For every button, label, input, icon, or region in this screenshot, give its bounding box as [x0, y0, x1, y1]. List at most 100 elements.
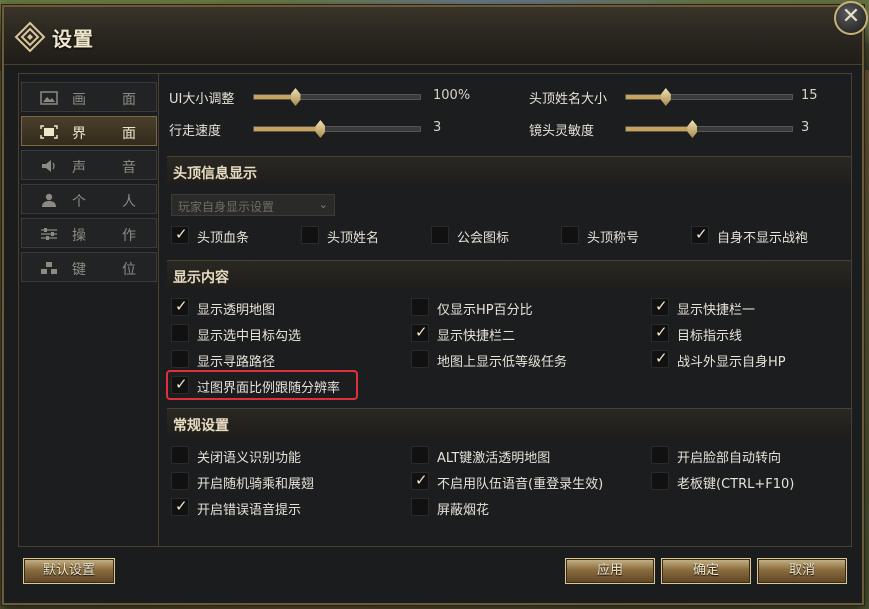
slider-thumb[interactable]: [687, 120, 698, 138]
section-display-content: 显示内容: [167, 260, 851, 288]
checkbox[interactable]: [301, 226, 319, 244]
checkbox[interactable]: [411, 446, 429, 464]
checkbox[interactable]: [561, 226, 579, 244]
check-icon: ✓: [415, 471, 428, 489]
checkbox[interactable]: ✓: [691, 225, 709, 244]
checkbox[interactable]: ✓: [171, 225, 189, 244]
slider-label: UI大小调整: [169, 92, 235, 107]
slider-track[interactable]: [253, 120, 421, 138]
checkbox-item[interactable]: ✓ 显示快捷栏二: [411, 323, 611, 344]
checkbox-item[interactable]: 显示选中目标勾选: [171, 324, 371, 344]
checkbox-label: 头顶血条: [197, 231, 250, 246]
ok-button[interactable]: 确定: [661, 558, 751, 584]
checkbox[interactable]: ✓: [651, 297, 669, 316]
checkbox[interactable]: [431, 226, 449, 244]
slider-track[interactable]: [625, 88, 793, 106]
checkbox-item[interactable]: 地图上显示低等级任务: [411, 350, 611, 370]
slider-thumb[interactable]: [660, 88, 671, 106]
checkbox-item[interactable]: ✓ 不启用队伍语音(重登录生效): [411, 471, 611, 492]
checkbox-item[interactable]: ✓ 显示透明地图: [171, 297, 371, 318]
checkbox[interactable]: ✓: [651, 323, 669, 342]
checkbox[interactable]: [411, 350, 429, 368]
checkbox-label: 地图上显示低等级任务: [437, 355, 568, 370]
checkbox-item[interactable]: ✓ 目标指示线: [651, 323, 851, 344]
checkbox-label: 关闭语义识别功能: [197, 451, 302, 466]
sidebar-item[interactable]: 操作: [21, 218, 157, 248]
close-button[interactable]: ✕: [834, 1, 868, 35]
checkbox-label: 显示选中目标勾选: [197, 329, 302, 344]
checkbox[interactable]: [171, 446, 189, 464]
slider-value: 15: [801, 88, 818, 103]
checkbox[interactable]: ✓: [171, 375, 189, 394]
sidebar-item-label: 界面: [72, 126, 172, 142]
checkbox-item[interactable]: 仅显示HP百分比: [411, 298, 611, 318]
checkbox-item[interactable]: ✓ 显示快捷栏一: [651, 297, 851, 318]
checkbox-item[interactable]: ✓ 开启错误语音提示: [171, 497, 371, 518]
check-icon: ✓: [175, 375, 188, 393]
checkbox[interactable]: ✓: [411, 471, 429, 490]
checkbox-label: 屏蔽烟花: [437, 503, 490, 518]
section-general-settings: 常规设置: [167, 408, 851, 436]
checkbox-label: 显示寻路路径: [197, 355, 276, 370]
window-title: 设置: [52, 27, 94, 51]
slider-track[interactable]: [625, 120, 793, 138]
checkbox[interactable]: [411, 498, 429, 516]
sidebar-item[interactable]: 键位: [21, 252, 157, 282]
slider-thumb[interactable]: [315, 120, 326, 138]
checkbox-item[interactable]: 老板键(CTRL+F10): [651, 472, 851, 492]
speaker-icon: [40, 159, 58, 173]
check-icon: ✓: [415, 323, 428, 341]
default-settings-button[interactable]: 默认设置: [23, 558, 115, 584]
checkbox-label: 战斗外显示自身HP: [677, 355, 786, 370]
check-icon: ✓: [655, 349, 668, 367]
sidebar-item[interactable]: 个人: [21, 184, 157, 214]
checkbox[interactable]: [171, 350, 189, 368]
checkbox[interactable]: ✓: [171, 297, 189, 316]
checkbox-item[interactable]: ✓ 自身不显示战袍: [691, 225, 869, 246]
checkbox[interactable]: ✓: [171, 497, 189, 516]
checkbox-label: 不启用队伍语音(重登录生效): [437, 477, 604, 492]
checkbox[interactable]: ✓: [651, 349, 669, 368]
check-icon: ✓: [655, 297, 668, 315]
checkbox-item[interactable]: 开启脸部自动转向: [651, 446, 851, 466]
slider-track[interactable]: [253, 88, 421, 106]
slider-thumb[interactable]: [290, 88, 301, 106]
checkbox[interactable]: ✓: [411, 323, 429, 342]
sidebar-item[interactable]: 画面: [21, 82, 157, 112]
frame-icon: [40, 125, 58, 139]
chevron-down-icon: ⌄: [318, 198, 328, 211]
checkbox-label: 头顶姓名: [327, 231, 380, 246]
sidebar-item-label: 声音: [72, 160, 172, 176]
checkbox-label: 目标指示线: [677, 329, 743, 344]
checkbox-item[interactable]: ✓ 过图界面比例跟随分辨率: [171, 375, 371, 396]
checkbox[interactable]: [171, 472, 189, 490]
check-icon: ✓: [655, 323, 668, 341]
sidebar-item[interactable]: 界面: [21, 116, 157, 146]
sidebar-item-label: 画面: [72, 92, 172, 108]
slider-label: 镜头灵敏度: [529, 124, 595, 139]
checkbox[interactable]: [171, 324, 189, 342]
player-display-dropdown[interactable]: 玩家自身显示设置 ⌄: [171, 194, 335, 216]
checkbox-item[interactable]: 开启随机骑乘和展翅: [171, 472, 371, 492]
dropdown-value: 玩家自身显示设置: [178, 200, 275, 214]
keys-icon: [40, 261, 58, 275]
cancel-button[interactable]: 取消: [757, 558, 847, 584]
checkbox-item[interactable]: ✓ 战斗外显示自身HP: [651, 349, 851, 370]
sidebar-item[interactable]: 声音: [21, 150, 157, 180]
checkbox-item[interactable]: 关闭语义识别功能: [171, 446, 371, 466]
close-icon: ✕: [841, 4, 861, 29]
checkbox-label: 开启脸部自动转向: [677, 451, 782, 466]
section-overhead-info: 头顶信息显示: [167, 156, 851, 184]
apply-button[interactable]: 应用: [565, 558, 655, 584]
checkbox[interactable]: [651, 446, 669, 464]
checkbox-label: 显示快捷栏二: [437, 329, 516, 344]
slider-fill: [254, 95, 296, 99]
checkbox-item[interactable]: 屏蔽烟花: [411, 498, 611, 518]
checkbox[interactable]: [651, 472, 669, 490]
sidebar: 画面界面声音个人操作键位: [19, 74, 159, 546]
checkbox-label: 仅显示HP百分比: [437, 303, 533, 318]
checkbox[interactable]: [411, 298, 429, 316]
checkbox-item[interactable]: ALT键激活透明地图: [411, 446, 611, 466]
settings-panel: 画面界面声音个人操作键位 UI大小调整 100% 头顶姓名大小 15: [18, 73, 852, 584]
checkbox-item[interactable]: 显示寻路路径: [171, 350, 371, 370]
